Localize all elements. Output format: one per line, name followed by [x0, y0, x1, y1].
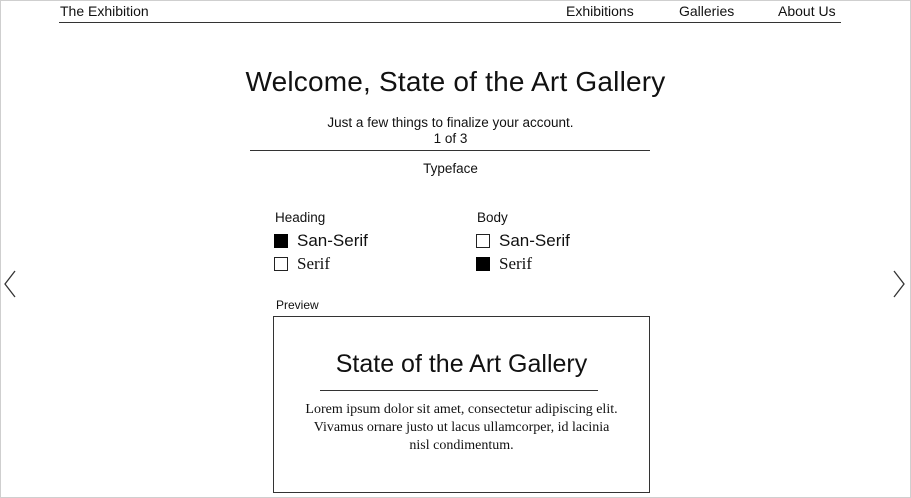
section-title: Typeface	[423, 161, 478, 176]
preview-body: Lorem ipsum dolor sit amet, consectetur …	[305, 402, 618, 453]
preview-label: Preview	[276, 298, 319, 312]
checkbox[interactable]	[476, 257, 490, 271]
nav-link-exhibitions[interactable]: Exhibitions	[566, 3, 634, 19]
chevron-left-icon[interactable]	[3, 270, 17, 298]
chevron-right-icon[interactable]	[892, 270, 906, 298]
checkbox[interactable]	[476, 234, 490, 248]
option-label: Serif	[297, 254, 331, 273]
nav-link-galleries[interactable]: Galleries	[679, 3, 734, 19]
checkbox[interactable]	[274, 234, 288, 248]
section-divider	[250, 150, 650, 151]
nav-link-about-us[interactable]: About Us	[778, 3, 836, 19]
heading-group-label: Heading	[275, 210, 326, 225]
preview-title: State of the Art Gallery	[335, 350, 588, 378]
page-subtitle: Just a few things to finalize your accou…	[327, 115, 574, 130]
heading-option-sans-serif[interactable]: San-Serif	[274, 231, 368, 251]
preview-panel: State of the Art Gallery Lorem ipsum dol…	[273, 316, 650, 493]
page-title: Welcome, State of the Art Gallery	[245, 66, 666, 97]
body-group-label: Body	[477, 210, 508, 225]
checkbox[interactable]	[274, 257, 288, 271]
heading-option-serif[interactable]: Serif	[274, 254, 330, 274]
body-option-serif[interactable]: Serif	[476, 254, 532, 274]
option-label: San-Serif	[499, 231, 570, 250]
body-option-sans-serif[interactable]: San-Serif	[476, 231, 570, 251]
top-nav: The Exhibition Exhibitions Galleries Abo…	[59, 0, 841, 23]
option-label: San-Serif	[297, 231, 368, 250]
step-indicator: 1 of 3	[433, 131, 468, 146]
option-label: Serif	[499, 254, 533, 273]
brand-link[interactable]: The Exhibition	[60, 3, 149, 19]
preview-divider	[320, 390, 598, 391]
